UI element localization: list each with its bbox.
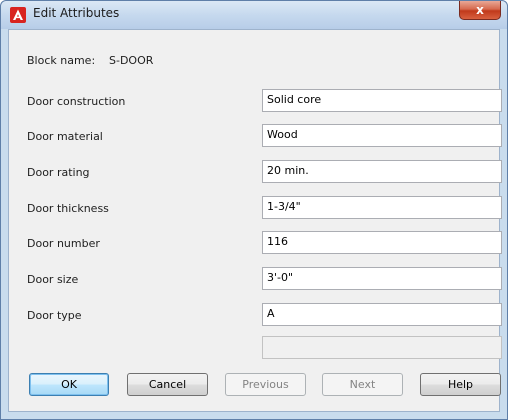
autocad-logo-icon — [10, 7, 26, 23]
door-material-label: Door material — [27, 130, 103, 143]
door-rating-label: Door rating — [27, 166, 90, 179]
door-construction-field[interactable]: Solid core — [262, 89, 502, 112]
block-name-value: S-DOOR — [109, 54, 154, 67]
door-number-label: Door number — [27, 237, 100, 250]
title-bar[interactable]: Edit Attributes x — [1, 1, 507, 29]
next-button: Next — [322, 373, 403, 396]
door-thickness-field[interactable]: 1-3/4" — [262, 196, 502, 219]
door-number-field[interactable]: 116 — [262, 231, 502, 254]
door-construction-label: Door construction — [27, 95, 126, 108]
ok-button[interactable]: OK — [29, 373, 109, 396]
door-size-label: Door size — [27, 273, 79, 286]
help-button[interactable]: Help — [420, 373, 501, 396]
block-name-label: Block name: — [27, 54, 96, 67]
window-title: Edit Attributes — [33, 6, 120, 20]
door-rating-field[interactable]: 20 min. — [262, 160, 502, 183]
empty-attribute-field — [262, 336, 502, 359]
door-type-label: Door type — [27, 309, 82, 322]
dialog-body: Block name: S-DOOR Door construction Sol… — [8, 29, 502, 412]
cancel-button[interactable]: Cancel — [127, 373, 208, 396]
close-icon: x — [476, 3, 484, 17]
door-size-field[interactable]: 3'-0" — [262, 267, 502, 290]
door-material-field[interactable]: Wood — [262, 124, 502, 147]
door-thickness-label: Door thickness — [27, 202, 109, 215]
previous-button: Previous — [225, 373, 306, 396]
door-type-field[interactable]: A — [262, 303, 502, 326]
edit-attributes-dialog: Edit Attributes x Block name: S-DOOR Doo… — [0, 0, 508, 420]
close-button[interactable]: x — [459, 1, 501, 20]
